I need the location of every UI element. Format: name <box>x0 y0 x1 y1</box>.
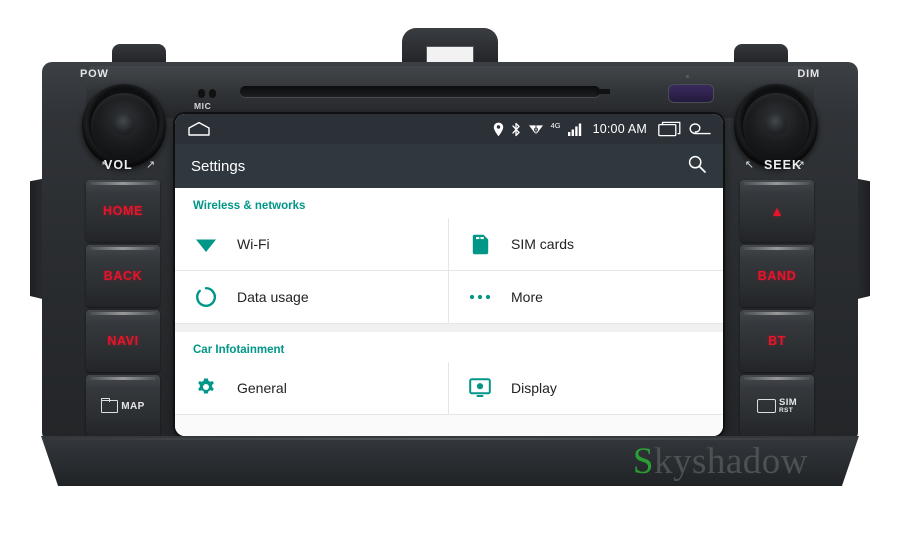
map-button-content: MAP <box>100 397 145 413</box>
wifi-icon <box>193 231 219 257</box>
rst-label: RST <box>778 406 794 414</box>
ir-receiver-window <box>668 84 714 103</box>
settings-item-sim-cards[interactable]: SIM cards <box>449 218 723 271</box>
sim-reset-content: SIM RST <box>756 398 797 414</box>
button-highlight <box>90 247 156 250</box>
button-highlight <box>744 182 810 185</box>
sim-reset-button[interactable]: SIM RST <box>740 375 814 437</box>
dim-seek-knob[interactable] <box>734 84 818 168</box>
watermark-rest: kyshadow <box>653 441 808 482</box>
page-title: Settings <box>191 157 246 175</box>
settings-item-general[interactable]: General <box>175 362 449 415</box>
navi-button-label: NAVI <box>107 334 139 348</box>
disc-slot[interactable] <box>240 86 600 97</box>
more-dots-icon <box>467 284 493 310</box>
left-button-column: HOME BACK NAVI MAP <box>86 180 160 440</box>
bt-button-label: BT <box>768 334 786 348</box>
seek-left-arrow-icon: ↖ <box>744 159 754 171</box>
touchscreen-display[interactable]: 4G 10:00 AM Settings Wireless & networks… <box>175 114 723 436</box>
back-arrow-icon[interactable] <box>689 121 711 137</box>
settings-action-bar: Settings <box>175 144 723 188</box>
watermark-initial: S <box>632 441 654 482</box>
home-button-label: HOME <box>103 204 143 218</box>
map-icon <box>100 397 119 413</box>
section-wireless-networks: Wireless & networks Wi-Fi SIM cards Data… <box>175 188 723 324</box>
mic-label: MIC <box>194 101 212 111</box>
eject-button[interactable]: ▲ <box>740 180 814 242</box>
status-led <box>686 75 689 78</box>
settings-item-label: Display <box>511 380 557 396</box>
bluetooth-icon <box>511 122 520 136</box>
system-status-icons: 4G 10:00 AM <box>493 121 711 137</box>
display-icon <box>467 375 493 401</box>
button-highlight <box>744 247 810 250</box>
button-highlight <box>744 312 810 315</box>
band-button[interactable]: BAND <box>740 245 814 307</box>
map-button-label: MAP <box>121 400 145 412</box>
settings-item-wifi[interactable]: Wi-Fi <box>175 218 449 271</box>
gear-icon <box>193 375 219 401</box>
sim-card-icon <box>467 231 493 257</box>
vol-right-arrow-icon: ↗ <box>146 159 156 171</box>
seek-right-arrow-icon: ↗ <box>795 159 805 171</box>
volume-label: VOL <box>104 158 133 172</box>
disc-slot-end <box>596 89 610 94</box>
back-button[interactable]: BACK <box>86 245 160 307</box>
settings-row: Data usage More <box>175 271 723 324</box>
settings-item-display[interactable]: Display <box>449 362 723 415</box>
sim-reset-labels: SIM RST <box>779 398 797 414</box>
android-system-bar: 4G 10:00 AM <box>175 114 723 144</box>
section-header-wireless: Wireless & networks <box>193 200 306 212</box>
signal-bars-icon <box>567 123 581 136</box>
dim-knob-label: DIM <box>797 68 820 80</box>
power-volume-knob[interactable] <box>82 84 166 168</box>
button-highlight <box>90 377 156 380</box>
location-pin-icon <box>493 122 503 136</box>
home-icon <box>188 121 210 136</box>
section-divider <box>175 324 723 332</box>
map-button[interactable]: MAP <box>86 375 160 437</box>
settings-list[interactable]: Wireless & networks Wi-Fi SIM cards Data… <box>175 188 723 436</box>
power-knob-label: POW <box>80 68 109 80</box>
settings-item-more[interactable]: More <box>449 271 723 324</box>
bt-button[interactable]: BT <box>740 310 814 372</box>
section-car-infotainment: Car Infotainment General Display <box>175 332 723 415</box>
back-button-label: BACK <box>103 269 143 283</box>
settings-item-label: Wi-Fi <box>237 236 270 252</box>
head-unit-screenshot: MIC POW ↖ VOL ↗ DIM ↖ SEEK ↗ HOME BACK N… <box>0 0 900 537</box>
right-button-column: ▲ BAND BT SIM RST <box>740 180 814 440</box>
search-button[interactable] <box>687 154 707 179</box>
recents-icon[interactable] <box>658 121 682 137</box>
settings-row: General Display <box>175 362 723 415</box>
button-highlight <box>90 312 156 315</box>
settings-item-label: SIM cards <box>511 236 575 252</box>
brand-watermark: Skyshadow <box>633 440 808 483</box>
nav-home[interactable] <box>187 121 211 137</box>
settings-item-label: General <box>237 380 287 396</box>
home-button[interactable]: HOME <box>86 180 160 242</box>
section-header-car-infotainment: Car Infotainment <box>193 344 285 356</box>
search-icon <box>688 155 706 173</box>
settings-item-label: More <box>511 289 543 305</box>
settings-item-label: Data usage <box>237 289 309 305</box>
navi-button[interactable]: NAVI <box>86 310 160 372</box>
band-button-label: BAND <box>757 269 797 283</box>
microphone-holes <box>198 89 220 98</box>
status-clock: 10:00 AM <box>592 122 647 136</box>
sim-card-outline-icon <box>756 399 776 413</box>
settings-item-data-usage[interactable]: Data usage <box>175 271 449 324</box>
eject-icon: ▲ <box>770 203 784 219</box>
4g-label-icon: 4G <box>550 120 561 130</box>
wifi-icon <box>528 125 543 135</box>
button-highlight <box>744 377 810 380</box>
button-highlight <box>90 182 156 185</box>
data-usage-icon <box>193 284 219 310</box>
settings-row: Wi-Fi SIM cards <box>175 218 723 271</box>
